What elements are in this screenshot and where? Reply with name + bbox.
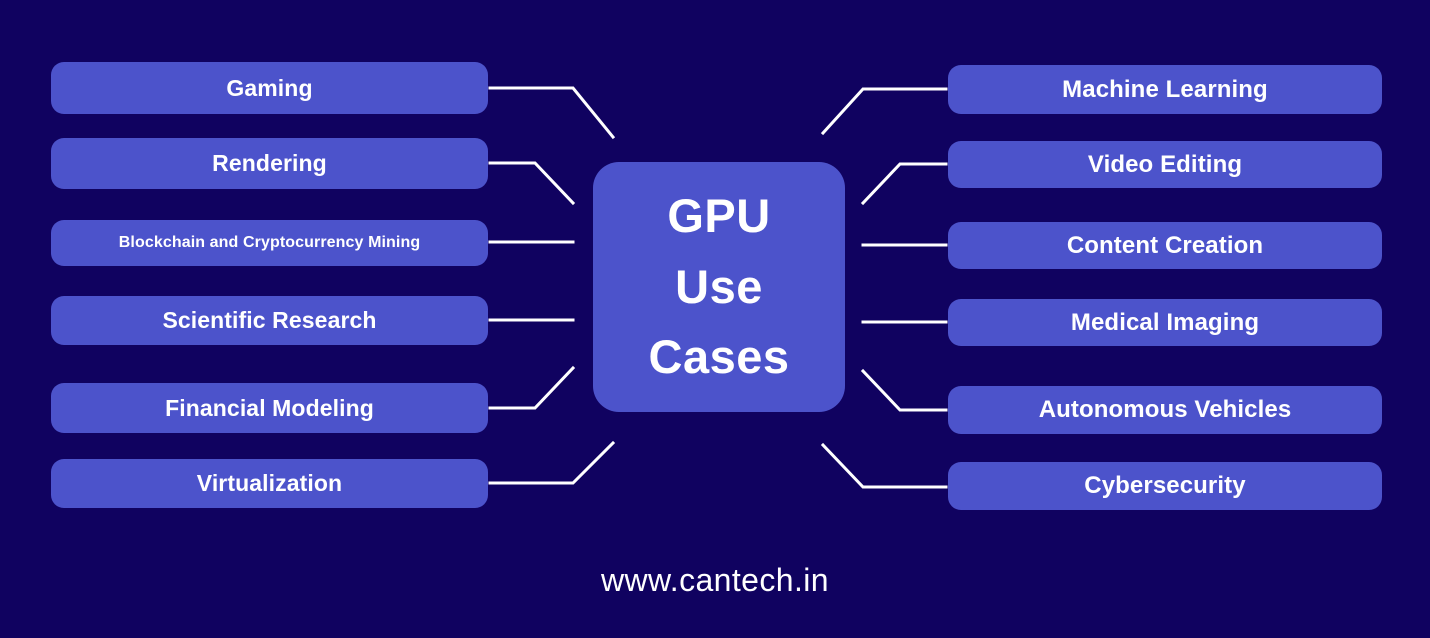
node-financial-modeling[interactable]: Financial Modeling	[51, 383, 488, 433]
node-label: Blockchain and Cryptocurrency Mining	[118, 233, 421, 251]
connector-left-1	[488, 86, 616, 140]
mindmap-canvas: GPU Use Cases Gaming Rendering Blockchai…	[0, 0, 1430, 638]
node-label: Medical Imaging	[1070, 308, 1260, 336]
node-label: Content Creation	[1066, 231, 1264, 259]
center-node-line-2: Use	[675, 259, 763, 313]
node-label: Rendering	[212, 150, 327, 177]
connector-left-2	[488, 161, 576, 206]
node-label: Autonomous Vehicles	[1038, 396, 1292, 424]
node-cybersecurity[interactable]: Cybersecurity	[948, 462, 1382, 510]
node-label: Virtualization	[196, 470, 343, 497]
node-machine-learning[interactable]: Machine Learning	[948, 65, 1382, 114]
node-label: Gaming	[226, 74, 313, 101]
node-blockchain-and-cryptocurrency-mining[interactable]: Blockchain and Cryptocurrency Mining	[51, 220, 488, 266]
node-video-editing[interactable]: Video Editing	[948, 141, 1382, 188]
node-medical-imaging[interactable]: Medical Imaging	[948, 299, 1382, 346]
connector-right-1	[820, 87, 948, 136]
connector-right-6	[820, 442, 948, 489]
center-node-line-1: GPU	[667, 189, 771, 243]
node-label: Financial Modeling	[165, 394, 374, 421]
node-gaming[interactable]: Gaming	[51, 62, 488, 114]
node-content-creation[interactable]: Content Creation	[948, 222, 1382, 269]
node-label: Video Editing	[1087, 150, 1243, 178]
node-autonomous-vehicles[interactable]: Autonomous Vehicles	[948, 386, 1382, 434]
connector-right-5	[860, 368, 948, 412]
node-virtualization[interactable]: Virtualization	[51, 459, 488, 508]
node-label: Cybersecurity	[1084, 472, 1246, 500]
footer-website-url[interactable]: www.cantech.in	[0, 562, 1430, 599]
node-scientific-research[interactable]: Scientific Research	[51, 296, 488, 345]
connector-left-6	[488, 440, 616, 485]
node-rendering[interactable]: Rendering	[51, 138, 488, 189]
connector-right-2	[860, 162, 948, 206]
node-label: Scientific Research	[162, 307, 377, 334]
connector-left-5	[488, 365, 576, 410]
center-node-line-3: Cases	[648, 330, 790, 384]
center-node-gpu-use-cases[interactable]: GPU Use Cases	[593, 162, 845, 412]
node-label: Machine Learning	[1062, 75, 1268, 103]
